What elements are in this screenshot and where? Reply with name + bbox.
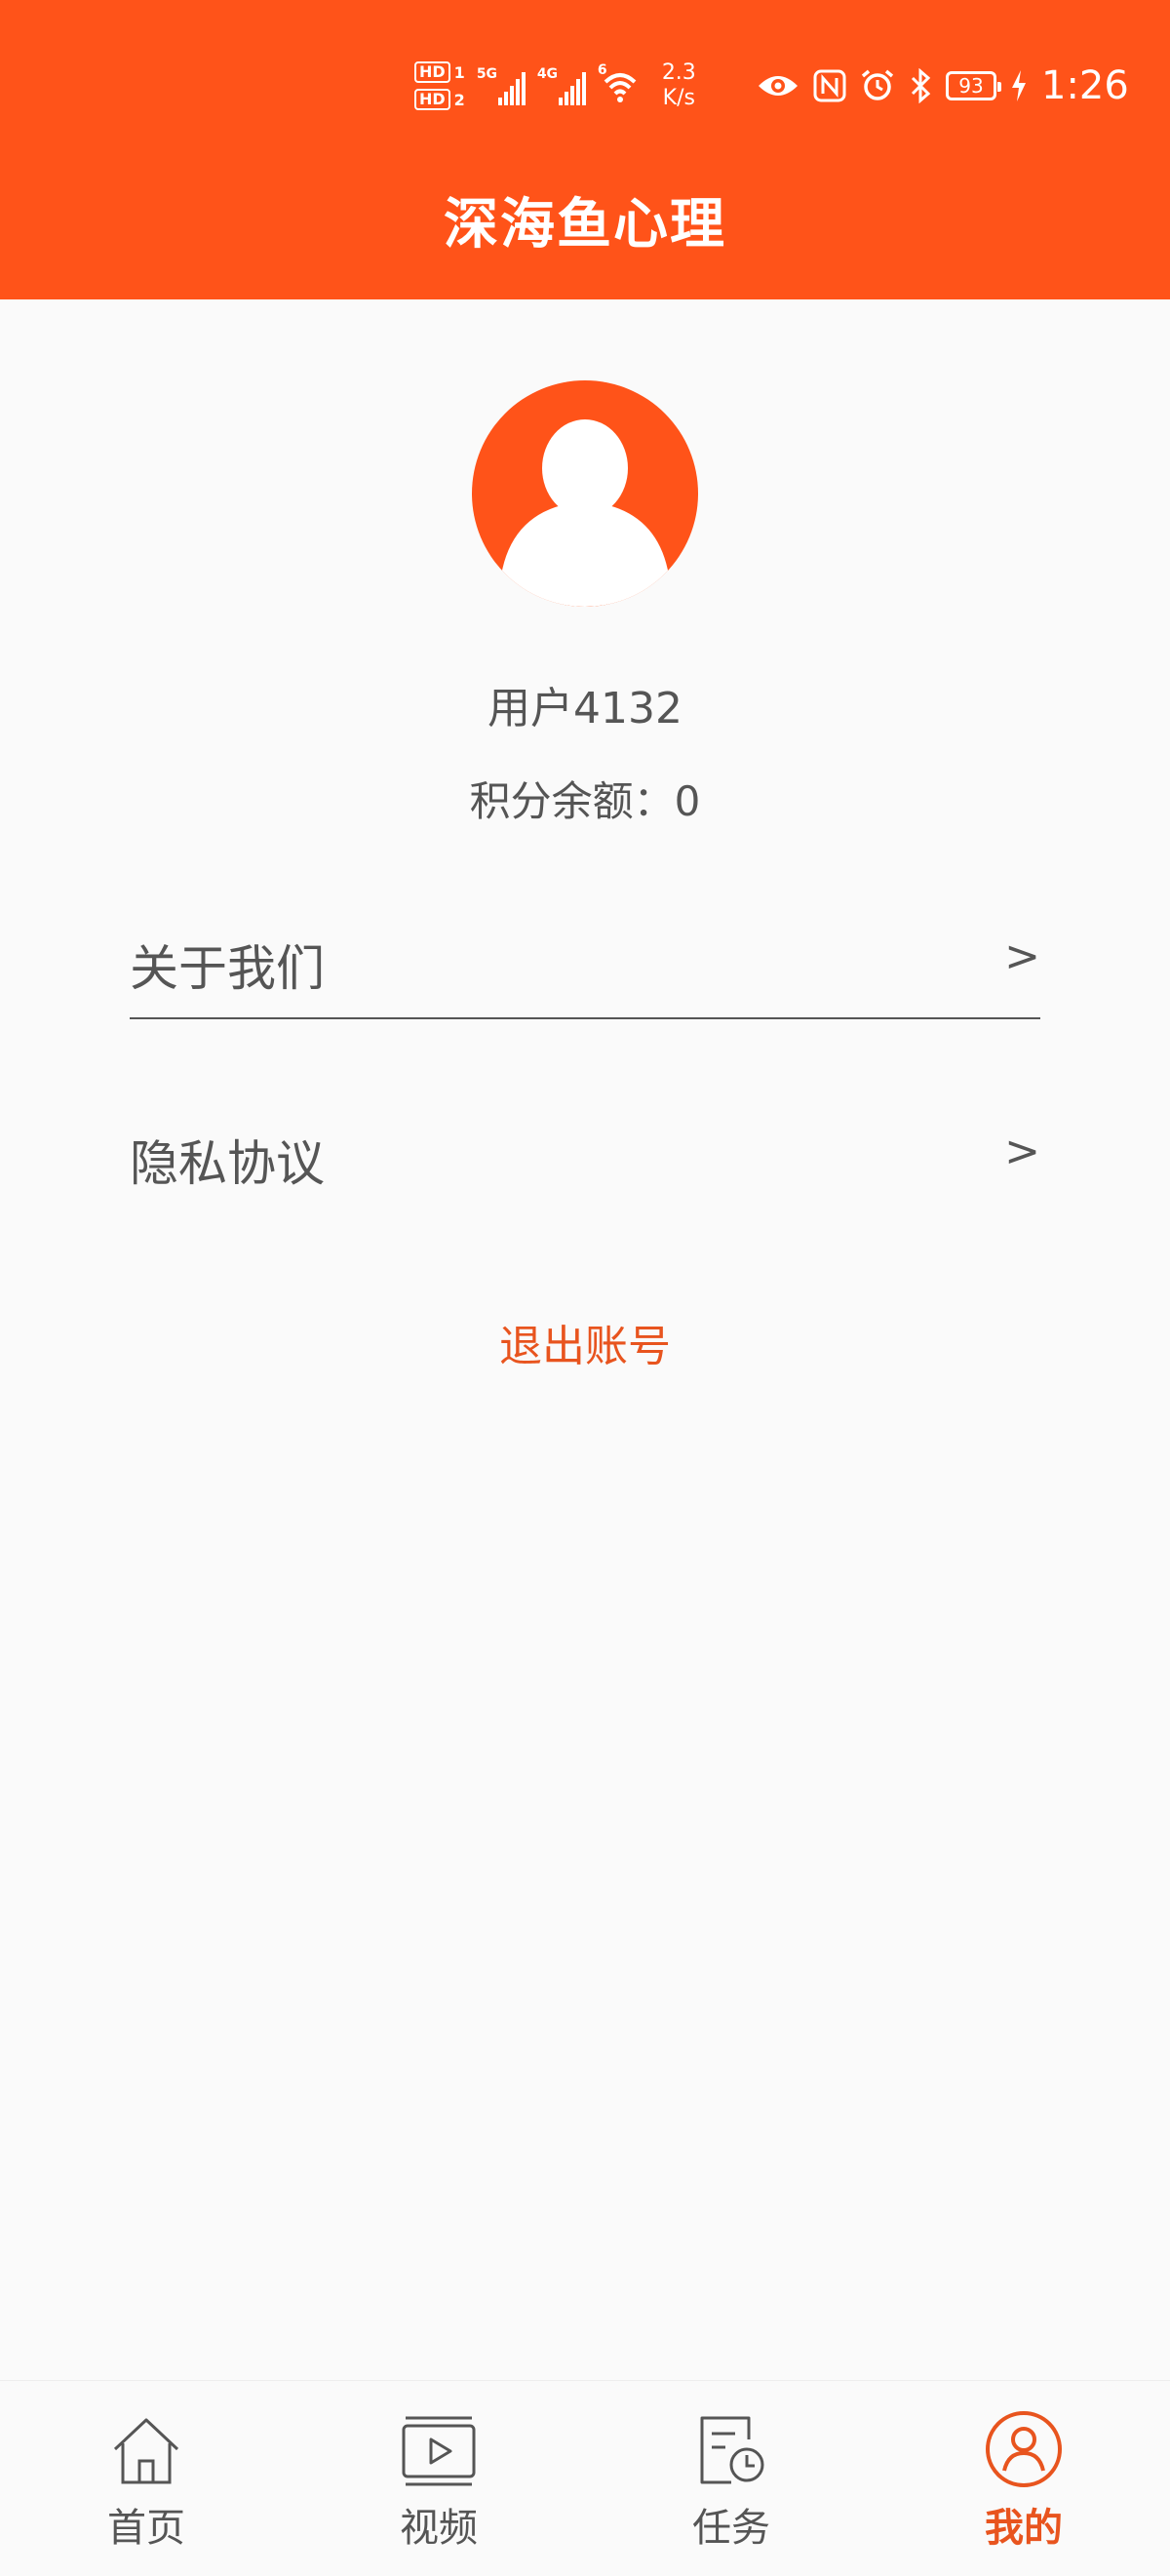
tab-home-label: 首页 <box>107 2506 185 2551</box>
signal-5g-icon: 5G <box>477 66 526 105</box>
clock: 1:26 <box>1041 63 1129 108</box>
hd-badge-2: HD <box>414 89 450 110</box>
network-type-1: 5G <box>476 66 498 82</box>
home-icon <box>113 2418 179 2484</box>
bluetooth-icon <box>911 68 931 103</box>
chevron-right-icon: > <box>1004 931 1040 981</box>
video-icon <box>402 2416 476 2486</box>
sim2-indicator: HD 2 <box>414 89 465 110</box>
menu-item-about-label: 关于我们 <box>130 940 325 997</box>
sim-indicators: HD 1 HD 2 <box>414 61 465 110</box>
task-icon <box>700 2416 764 2484</box>
nfc-icon <box>813 69 846 102</box>
sim2-number: 2 <box>453 90 465 109</box>
sim1-number: 1 <box>453 62 465 82</box>
tab-task-label: 任务 <box>692 2506 770 2551</box>
tab-task[interactable]: 任务 <box>585 2381 878 2576</box>
status-right: 93 1:26 <box>757 59 1129 113</box>
user-silhouette-icon <box>501 419 669 607</box>
profile-icon <box>986 2411 1062 2487</box>
wifi-icon: 6 <box>598 62 643 105</box>
points-balance: 积分余额：0 <box>0 769 1170 828</box>
eye-icon <box>759 76 798 96</box>
signal-4g-icon: 4G <box>537 66 586 105</box>
avatar[interactable] <box>472 380 698 607</box>
sim1-indicator: HD 1 <box>414 61 465 83</box>
app-header: HD 1 HD 2 5G 4G 6 2.3 K/s 93 1:26 深海鱼心理 <box>0 0 1170 299</box>
tab-video-label: 视频 <box>400 2506 478 2551</box>
hd-badge-1: HD <box>414 61 450 83</box>
menu-item-about[interactable]: 关于我们 > <box>130 902 1040 1019</box>
page-title: 深海鱼心理 <box>444 193 726 257</box>
battery-icon: 93 <box>946 71 1001 100</box>
alarm-icon <box>861 69 894 100</box>
menu-item-privacy-label: 隐私协议 <box>130 1135 325 1192</box>
points-value: 0 <box>674 777 701 825</box>
speed-unit: K/s <box>662 86 695 110</box>
tab-profile-label: 我的 <box>985 2506 1063 2551</box>
points-label: 积分余额： <box>469 777 675 825</box>
charging-icon <box>1012 70 1026 101</box>
chevron-right-icon: > <box>1004 1127 1040 1176</box>
speed-value: 2.3 <box>661 60 696 85</box>
logout-button[interactable]: 退出账号 <box>0 1311 1170 1373</box>
status-left: HD 1 HD 2 5G 4G 6 2.3 K/s <box>414 55 696 117</box>
wifi-generation: 6 <box>597 62 607 78</box>
tab-home[interactable]: 首页 <box>0 2381 292 2576</box>
menu-item-privacy[interactable]: 隐私协议 > <box>130 1097 1040 1205</box>
network-speed: 2.3 K/s <box>662 60 696 111</box>
network-type-2: 4G <box>536 66 559 82</box>
bottom-tab-bar: 首页 视频 任务 我的 <box>0 2380 1170 2576</box>
status-bar: HD 1 HD 2 5G 4G 6 2.3 K/s 93 1:26 <box>0 0 1170 176</box>
tab-video[interactable]: 视频 <box>292 2381 585 2576</box>
tab-profile[interactable]: 我的 <box>878 2381 1170 2576</box>
username: 用户4132 <box>488 684 682 733</box>
